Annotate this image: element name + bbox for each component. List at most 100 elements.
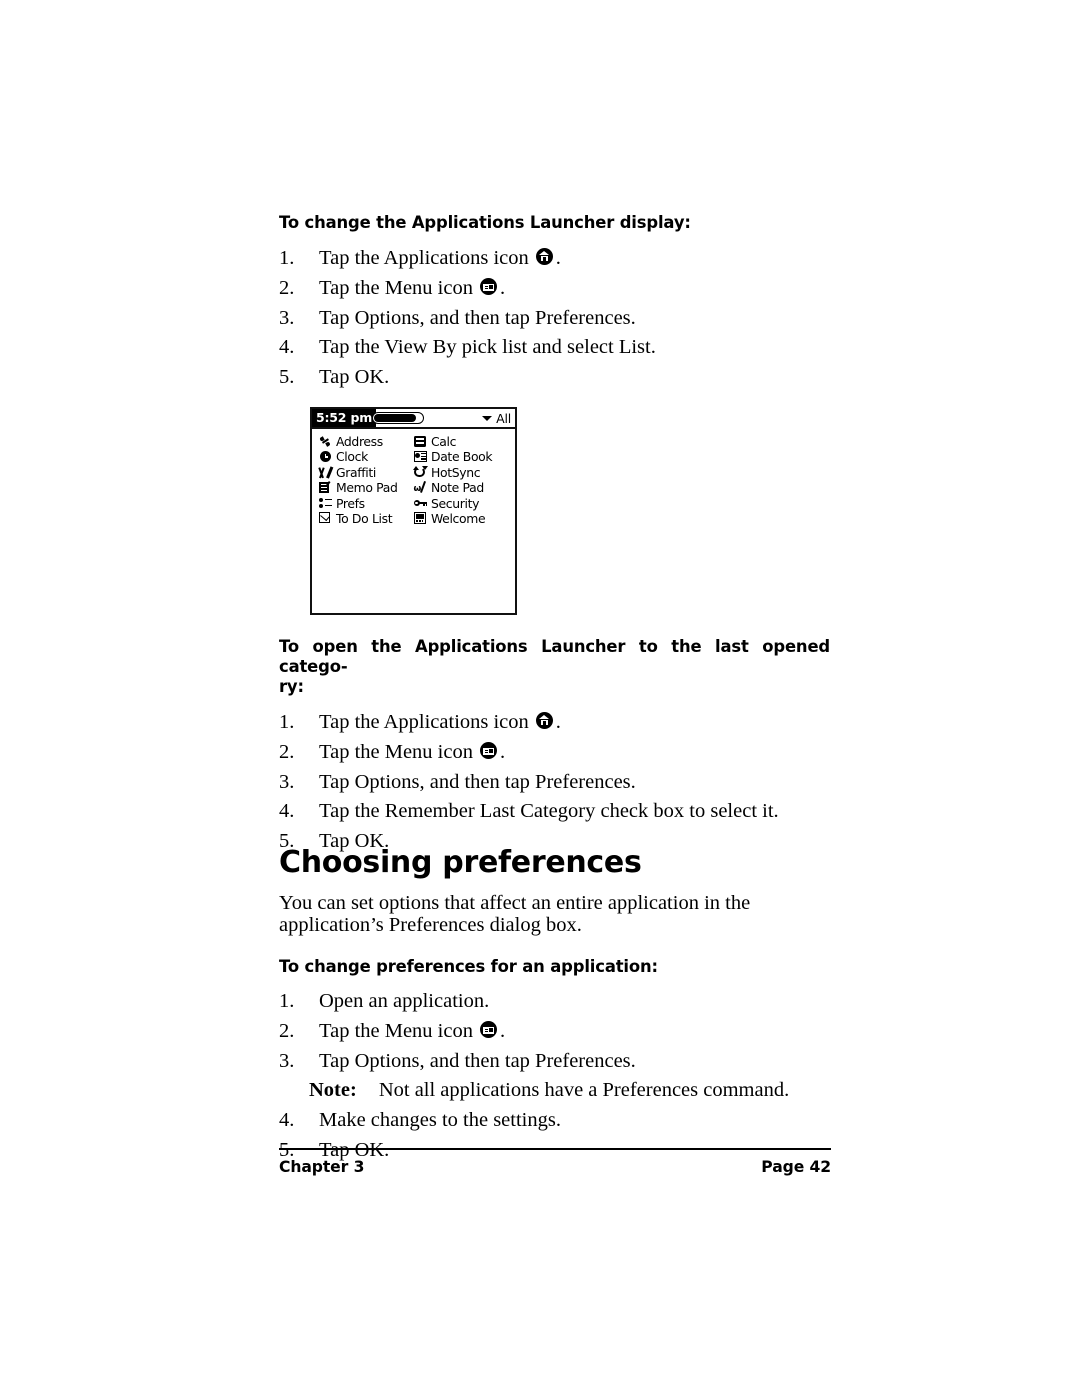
section-2-heading-line-2: ry: <box>279 677 304 697</box>
list-item: 4. Tap the Remember Last Category check b… <box>279 797 831 827</box>
step-text: Tap the Menu icon <box>319 1019 473 1042</box>
date-book-icon <box>413 450 428 463</box>
battery-full-icon <box>372 412 424 424</box>
step-number: 3. <box>279 770 295 793</box>
menu-icon[interactable] <box>479 277 497 295</box>
pda-app-hotsync[interactable]: HotSync <box>413 464 492 480</box>
list-item: 5. Tap OK. <box>279 363 831 393</box>
pda-app-welcome[interactable]: Welcome <box>413 510 492 526</box>
list-item: 1. Tap the Applications icon. <box>279 244 831 274</box>
step-text: Tap Options, and then tap Preferences. <box>319 306 636 329</box>
list-item: 4. Make changes to the settings. <box>279 1106 831 1136</box>
note-block: Note: Not all applications have a Prefere… <box>279 1076 831 1106</box>
section-1-steps: 1. Tap the Applications icon. 2. Tap the M… <box>279 244 831 393</box>
section-open-last-category: To open the Applications Launcher to the… <box>279 637 831 857</box>
list-item: 2. Tap the Menu icon. <box>279 1017 831 1047</box>
step-text: Tap the Applications icon <box>319 247 529 270</box>
preferences-sliders-icon <box>318 497 333 510</box>
pda-app-graffiti[interactable]: Graffiti <box>318 464 397 480</box>
chevron-down-icon <box>482 416 493 421</box>
pda-app-date-book[interactable]: Date Book <box>413 448 493 465</box>
clock-icon <box>318 450 333 463</box>
checkbox-checked-icon <box>318 512 333 525</box>
section-choosing-preferences: Choosing preferences You can set options… <box>279 846 831 1166</box>
pda-title-bar: 5:52 pm All <box>312 409 515 429</box>
page-number-label: Page 42 <box>761 1158 831 1176</box>
step-text: Tap Options, and then tap Preferences. <box>319 770 636 793</box>
step-number: 1. <box>279 990 295 1013</box>
step-text: Tap the Menu icon <box>319 276 473 299</box>
pda-app-memo-pad[interactable]: Memo Pad <box>318 479 398 496</box>
app-label: Date Book <box>431 449 493 465</box>
pda-app-calc[interactable]: Calc <box>413 433 492 449</box>
pda-launcher-screenshot: 5:52 pm All Address Clock Graffiti Memo … <box>310 407 517 615</box>
pda-app-security[interactable]: Security <box>413 495 492 511</box>
app-label: Calc <box>431 434 457 449</box>
list-item: 2. Tap the Menu icon. <box>279 738 831 768</box>
app-label: Prefs <box>336 495 365 511</box>
list-item: 3. Tap Options, and then tap Preferences. <box>279 768 831 798</box>
step-text-after: . <box>555 711 561 734</box>
icon-line-1 <box>484 285 488 287</box>
list-item: 1. Open an application. <box>279 987 831 1017</box>
step-number: 3. <box>279 306 295 329</box>
menu-icon[interactable] <box>479 1020 497 1038</box>
step-number: 4. <box>279 1109 295 1132</box>
icon-square <box>489 285 493 289</box>
list-item: 4. Tap the View By pick list and select L… <box>279 333 831 363</box>
step-text-after: . <box>555 247 561 270</box>
pda-app-grid: Address Clock Graffiti Memo Pad Prefs To… <box>312 429 515 526</box>
step-number: 2. <box>279 740 295 763</box>
list-item: 3. Tap Options, and then tap Preferences. <box>279 1047 831 1077</box>
list-item: 2. Tap the Menu icon. <box>279 274 831 304</box>
step-text-after: . <box>499 276 506 299</box>
step-number: 2. <box>279 276 295 299</box>
step-text: Tap the Menu icon <box>319 740 473 763</box>
app-label: Clock <box>336 449 368 465</box>
step-number: 3. <box>279 1049 295 1072</box>
step-text: Make changes to the settings. <box>319 1109 561 1132</box>
step-text: Tap the Remember Last Category check box… <box>319 800 779 823</box>
step-number: 2. <box>279 1019 295 1042</box>
page-title: Choosing preferences <box>279 845 642 880</box>
app-label: Graffiti <box>336 464 376 480</box>
section-3-steps-b: 4. Make changes to the settings. 5. Tap OK… <box>279 1106 831 1166</box>
applications-home-icon[interactable] <box>535 712 553 730</box>
pda-app-prefs[interactable]: Prefs <box>318 495 397 511</box>
section-3-paragraph: You can set options that affect an entir… <box>279 892 831 936</box>
section-2-heading: To open the Applications Launcher to the… <box>279 637 830 697</box>
battery-fill <box>374 414 416 422</box>
step-text: Open an application. <box>319 990 490 1013</box>
app-label: To Do List <box>336 510 393 526</box>
step-number: 4. <box>279 336 295 359</box>
section-1-heading: To change the Applications Launcher disp… <box>279 213 691 232</box>
app-label: HotSync <box>431 464 481 480</box>
hotsync-arrows-icon <box>413 466 428 479</box>
pda-clock-display[interactable]: 5:52 pm <box>312 409 377 427</box>
step-text: Tap the View By pick list and select Lis… <box>319 336 656 359</box>
memo-pad-icon <box>318 481 333 494</box>
section-3-heading: To change preferences for an application… <box>279 957 658 976</box>
applications-home-icon[interactable] <box>535 248 553 266</box>
pda-app-address[interactable]: Address <box>318 433 397 449</box>
pda-app-to-do-list[interactable]: To Do List <box>318 510 397 526</box>
pda-app-note-pad[interactable]: ω Note Pad <box>413 479 492 495</box>
category-label: All <box>496 411 511 426</box>
note-label: Note: <box>309 1079 357 1102</box>
icon-titlebar <box>483 281 494 285</box>
icon-roof <box>539 251 550 256</box>
app-label: Address <box>336 434 383 449</box>
pda-app-clock[interactable]: Clock <box>318 448 397 465</box>
note-text: Not all applications have a Preferences … <box>378 1079 790 1102</box>
menu-icon[interactable] <box>479 741 497 759</box>
icon-door <box>543 257 546 261</box>
step-text: Tap OK. <box>319 366 390 389</box>
list-item: 1. Tap the Applications icon. <box>279 708 831 738</box>
step-number: 1. <box>279 247 295 270</box>
app-label: Memo Pad <box>336 480 398 496</box>
step-text: Tap the Applications icon <box>319 711 529 734</box>
category-picker[interactable]: All <box>482 410 511 427</box>
welcome-screen-icon <box>413 512 428 525</box>
step-number: 4. <box>279 800 295 823</box>
step-text: Tap Options, and then tap Preferences. <box>319 1049 636 1072</box>
